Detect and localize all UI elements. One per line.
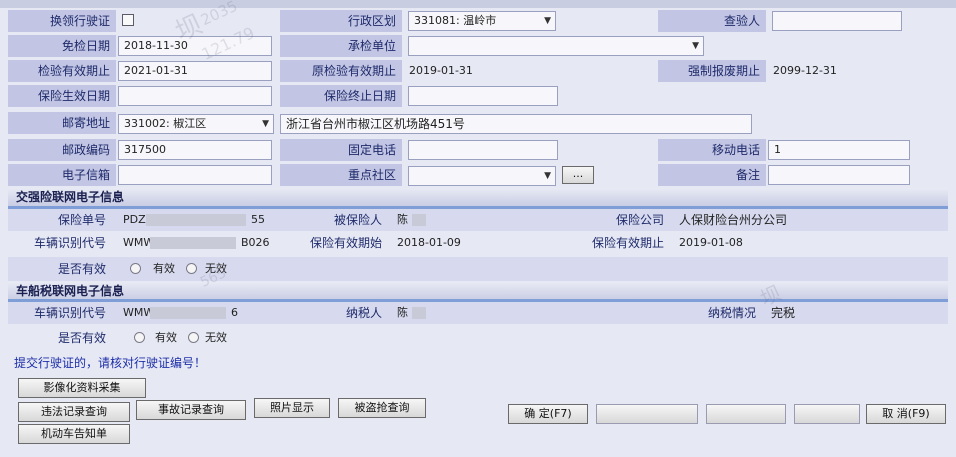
insurance-end-label: 保险终止日期: [280, 85, 402, 107]
theft-query-button[interactable]: 被盗抢查询: [338, 398, 426, 418]
mobile-field[interactable]: 1: [768, 140, 910, 160]
compulsory-insurance-header: 交强险联网电子信息: [8, 188, 948, 206]
vehicle-tax-header: 车船税联网电子信息: [8, 282, 948, 300]
insurance-end-field[interactable]: [408, 86, 558, 106]
tax-valid-radio[interactable]: [134, 332, 145, 346]
image-collect-button[interactable]: 影像化资料采集: [18, 378, 146, 398]
accident-query-button[interactable]: 事故记录查询: [136, 400, 246, 420]
insured-value: 陈: [397, 213, 408, 226]
admin-region-select[interactable]: 331081: 温岭市 ▼: [408, 11, 556, 31]
policy-no-suffix: 55: [251, 213, 265, 226]
inspection-valid-label: 检验有效期止: [8, 60, 116, 82]
inspector-field[interactable]: [772, 11, 902, 31]
exempt-date-label: 免检日期: [8, 35, 116, 57]
chevron-down-icon: ▼: [692, 41, 699, 51]
photo-display-button[interactable]: 照片显示: [254, 398, 330, 418]
mail-region-select[interactable]: 331002: 椒江区 ▼: [118, 114, 274, 134]
redacted-mask: [412, 214, 426, 226]
tax-vin-label: 车辆识别代号: [33, 306, 106, 320]
orig-inspection-value: 2019-01-31: [409, 64, 473, 77]
tax-status-label: 纳税情况: [707, 306, 756, 320]
disabled-action-button[interactable]: [596, 404, 698, 424]
insurance-start-field[interactable]: [118, 86, 272, 106]
vehicle-notice-button[interactable]: 机动车告知单: [18, 424, 130, 444]
remarks-label: 备注: [658, 164, 766, 186]
mobile-label: 移动电话: [658, 139, 766, 161]
admin-region-label: 行政区划: [280, 10, 402, 32]
tax-vin-suffix: 6: [231, 306, 238, 319]
insurance-start-date-value: 2018-01-09: [397, 236, 461, 249]
replace-license-label: 换领行驶证: [8, 10, 116, 32]
insurance-valid-radio[interactable]: [130, 263, 141, 277]
forced-scrap-value: 2099-12-31: [773, 64, 837, 77]
insurance-valid-label: 有效: [153, 262, 175, 275]
tax-validity-label: 是否有效: [57, 331, 106, 345]
policy-no-value: PDZA: [123, 213, 154, 226]
forced-scrap-label: 强制报废期止: [658, 60, 766, 82]
redacted-mask: [146, 214, 246, 226]
redacted-mask: [412, 307, 426, 319]
violation-query-button[interactable]: 违法记录查询: [18, 402, 130, 422]
insurance-company-value: 人保财险台州分公司: [679, 213, 788, 227]
insurance-end-date-value: 2019-01-08: [679, 236, 743, 249]
insurance-company-label: 保险公司: [615, 213, 664, 227]
mail-address-detail-field[interactable]: 浙江省台州市椒江区机场路451号: [280, 114, 752, 134]
inspector-label: 查验人: [658, 10, 766, 32]
chevron-down-icon: ▼: [544, 171, 551, 181]
insurance-validity-label: 是否有效: [57, 262, 106, 276]
community-browse-button[interactable]: ...: [562, 166, 594, 184]
watermark-text: 121.79: [198, 23, 258, 64]
taxpayer-label: 纳税人: [345, 306, 382, 320]
email-label: 电子信箱: [8, 164, 116, 186]
email-field[interactable]: [118, 165, 272, 185]
replace-license-checkbox[interactable]: [122, 14, 134, 26]
inspection-unit-label: 承检单位: [280, 35, 402, 57]
remarks-field[interactable]: [768, 165, 910, 185]
vin-value: WMW: [123, 236, 155, 249]
tax-valid-label: 有效: [155, 331, 177, 344]
redacted-mask: [150, 307, 226, 319]
landline-label: 固定电话: [280, 139, 402, 161]
license-notice: 提交行驶证的，请核对行驶证编号！: [14, 356, 207, 370]
key-community-label: 重点社区: [280, 164, 402, 186]
policy-no-label: 保险单号: [57, 213, 106, 227]
redacted-mask: [150, 237, 236, 249]
insured-label: 被保险人: [333, 213, 382, 227]
confirm-button[interactable]: 确 定(F7): [508, 404, 588, 424]
window-top-strip: [0, 0, 956, 8]
tax-invalid-label: 无效: [205, 331, 227, 344]
inspection-valid-field[interactable]: 2021-01-31: [118, 61, 272, 81]
postal-code-label: 邮政编码: [8, 139, 116, 161]
postal-code-field[interactable]: 317500: [118, 140, 272, 160]
chevron-down-icon: ▼: [544, 16, 551, 26]
insurance-start-label: 保险生效日期: [8, 85, 116, 107]
taxpayer-value: 陈: [397, 306, 408, 319]
landline-field[interactable]: [408, 140, 558, 160]
insurance-end-date-label: 保险有效期止: [591, 236, 664, 250]
vin-label: 车辆识别代号: [33, 236, 106, 250]
orig-inspection-label: 原检验有效期止: [280, 60, 402, 82]
disabled-action-button[interactable]: [706, 404, 786, 424]
mail-address-label: 邮寄地址: [8, 112, 116, 134]
vin-suffix: B026: [241, 236, 270, 249]
inspection-unit-select[interactable]: ▼: [408, 36, 704, 56]
tax-vin-value: WMW: [123, 306, 155, 319]
disabled-action-button[interactable]: [794, 404, 860, 424]
key-community-select[interactable]: ▼: [408, 166, 556, 186]
insurance-start-date-label: 保险有效期始: [309, 236, 382, 250]
tax-invalid-radio[interactable]: [188, 332, 199, 346]
insurance-invalid-radio[interactable]: [186, 263, 197, 277]
cancel-button[interactable]: 取 消(F9): [866, 404, 946, 424]
chevron-down-icon: ▼: [262, 119, 269, 129]
